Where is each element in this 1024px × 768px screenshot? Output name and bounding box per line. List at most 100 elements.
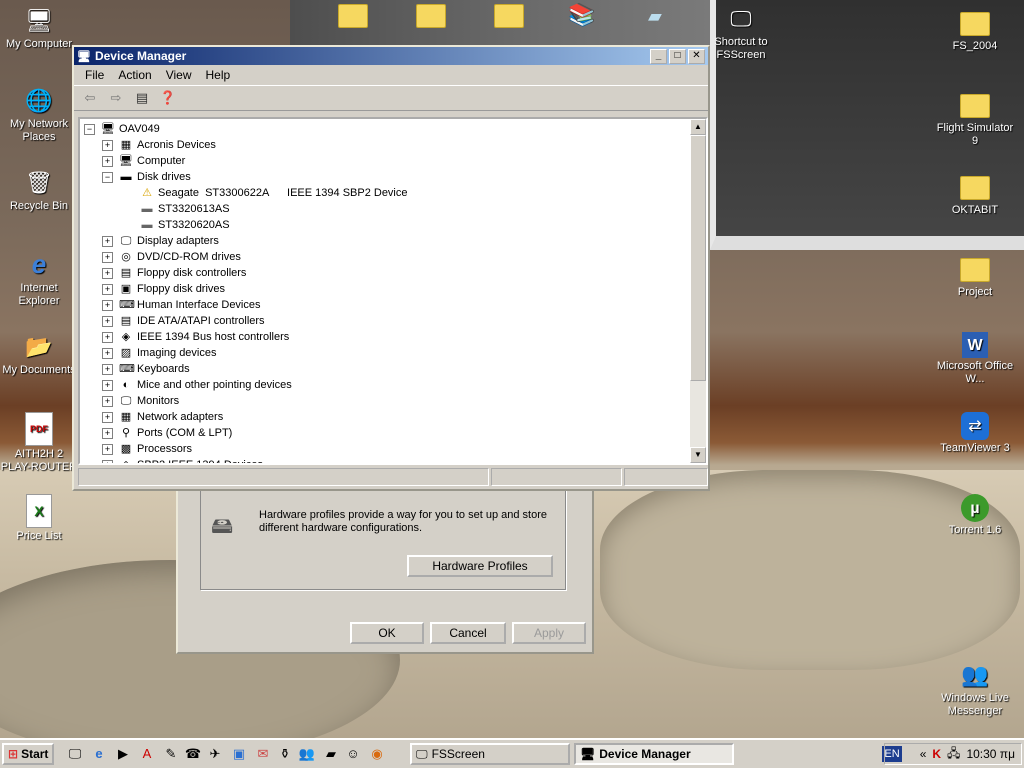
clock[interactable]: 10:30 πμ: [966, 747, 1015, 761]
scroll-up-button[interactable]: ▲: [690, 119, 706, 135]
properties-help-icon[interactable]: ❓: [158, 89, 178, 107]
tree-item[interactable]: + ⌨ Human Interface Devices: [84, 297, 706, 313]
tree-item[interactable]: + 🖥 Computer: [84, 153, 706, 169]
expand-toggle[interactable]: +: [102, 251, 113, 263]
desktop-icon-recycle-bin[interactable]: 🗑 Recycle Bin: [0, 166, 78, 213]
desktop-icon-teamviewer[interactable]: ⇄ TeamViewer 3: [936, 412, 1014, 455]
show-desktop-icon[interactable]: 🖵: [66, 745, 84, 763]
tree-item[interactable]: + ▦ Network adapters: [84, 409, 706, 425]
cancel-button[interactable]: Cancel: [430, 622, 506, 644]
phone-icon[interactable]: ☎: [184, 745, 202, 763]
expand-toggle[interactable]: +: [102, 267, 113, 279]
menu-view[interactable]: View: [159, 66, 199, 84]
desktop-icon-network[interactable]: 🌐 My Network Places: [0, 84, 78, 144]
taskbar-fsscreen[interactable]: 🖵 FSScreen: [410, 743, 570, 765]
tree-item[interactable]: + ◈ IEEE 1394 Bus host controllers: [84, 329, 706, 345]
expand-toggle[interactable]: +: [102, 155, 113, 167]
close-button[interactable]: ✕: [688, 48, 705, 64]
tree-child-item[interactable]: ⚠ Seagate ST3300622A IEEE 1394 SBP2 Devic…: [84, 185, 706, 201]
tree-item[interactable]: + ◎ DVD/CD-ROM drives: [84, 249, 706, 265]
tree-item[interactable]: + ◐ Mice and other pointing devices: [84, 377, 706, 393]
app-icon[interactable]: ▣: [230, 745, 248, 763]
tool-icon[interactable]: ✎: [162, 745, 180, 763]
tree-item[interactable]: + ⌨ Keyboards: [84, 361, 706, 377]
tree-item[interactable]: + ⚲ Ports (COM & LPT): [84, 425, 706, 441]
taskbar-device-manager[interactable]: 🖥 Device Manager: [574, 743, 734, 765]
tree-item[interactable]: + ▩ Processors: [84, 441, 706, 457]
expand-toggle[interactable]: +: [102, 299, 113, 311]
desktop-icon-oktabit[interactable]: OKTABIT: [936, 170, 1014, 217]
ok-button[interactable]: OK: [350, 622, 424, 644]
expand-toggle[interactable]: +: [102, 411, 113, 423]
desktop-icon-ie[interactable]: e Internet Explorer: [0, 248, 78, 308]
tree-item[interactable]: + ▦ Acronis Devices: [84, 137, 706, 153]
desktop-icon-price-list[interactable]: X Price List: [0, 494, 78, 543]
menu-help[interactable]: Help: [199, 66, 238, 84]
expand-toggle[interactable]: +: [102, 395, 113, 407]
tree-item[interactable]: + ◈ SBP2 IEEE 1394 Devices: [84, 457, 706, 463]
vertical-scrollbar[interactable]: ▲ ▼: [690, 119, 706, 463]
expand-toggle[interactable]: +: [102, 443, 113, 455]
expand-toggle[interactable]: +: [102, 347, 113, 359]
tree-root[interactable]: − 🖥 OAV049: [84, 121, 706, 137]
expand-toggle[interactable]: +: [102, 379, 113, 391]
desktop-icon-project[interactable]: Project: [936, 252, 1014, 299]
folder-icon[interactable]: [338, 4, 368, 28]
tree-child-item[interactable]: ▬ ST3320613AS: [84, 201, 706, 217]
minimize-button[interactable]: _: [650, 48, 667, 64]
start-button[interactable]: ⊞ Start: [2, 743, 54, 765]
ie-quicklaunch-icon[interactable]: e: [90, 745, 108, 763]
title-bar[interactable]: 🖥 Device Manager _ □ ✕: [74, 47, 708, 65]
apply-button[interactable]: Apply: [512, 622, 586, 644]
desktop-icon-fs2004[interactable]: FS_2004: [936, 6, 1014, 53]
bottle-icon[interactable]: ⚱: [276, 745, 294, 763]
tree-item[interactable]: + ▨ Imaging devices: [84, 345, 706, 361]
expand-toggle[interactable]: +: [102, 315, 113, 327]
desktop-icon-fsscreen[interactable]: 🖵 Shortcut to FSScreen: [702, 2, 780, 62]
drive-icon[interactable]: ▰: [322, 745, 340, 763]
expand-toggle[interactable]: +: [102, 427, 113, 439]
expand-toggle[interactable]: +: [102, 139, 113, 151]
expand-toggle[interactable]: +: [102, 283, 113, 295]
tree-item[interactable]: + 🖵 Display adapters: [84, 233, 706, 249]
tree-item[interactable]: + ▣ Floppy disk drives: [84, 281, 706, 297]
menu-action[interactable]: Action: [111, 66, 158, 84]
desktop-icon-my-computer[interactable]: 🖥 My Computer: [0, 4, 78, 51]
desktop-icon-word[interactable]: W Microsoft Office W...: [936, 332, 1014, 386]
network-tray-icon[interactable]: 🖧: [947, 744, 960, 765]
airplane-icon[interactable]: ✈: [206, 745, 224, 763]
collapse-toggle[interactable]: −: [102, 171, 113, 183]
desktop-icon-pdf[interactable]: PDF AITH2H 2 PLAY-ROUTER: [0, 412, 78, 474]
scroll-thumb[interactable]: [690, 135, 706, 381]
maximize-button[interactable]: □: [669, 48, 686, 64]
tray-expand-icon[interactable]: «: [920, 747, 927, 761]
expand-toggle[interactable]: +: [102, 331, 113, 343]
firefox-icon[interactable]: ◉: [368, 745, 386, 763]
scroll-down-button[interactable]: ▼: [690, 447, 706, 463]
tree-item[interactable]: + 🖵 Monitors: [84, 393, 706, 409]
media-player-icon[interactable]: ▶: [114, 745, 132, 763]
tree-item[interactable]: − ▬ Disk drives: [84, 169, 706, 185]
menu-file[interactable]: File: [78, 66, 111, 84]
forward-arrow-icon[interactable]: ⇨: [106, 89, 126, 107]
desktop-icon-messenger[interactable]: 👥 Windows Live Messenger: [936, 658, 1014, 718]
expand-toggle[interactable]: +: [102, 235, 113, 247]
pdf-quicklaunch-icon[interactable]: A: [138, 745, 156, 763]
show-hide-tree-icon[interactable]: ▤: [132, 89, 152, 107]
drive-icon[interactable]: ▰: [648, 6, 662, 27]
desktop-icon-flight-sim[interactable]: Flight Simulator 9: [936, 88, 1014, 148]
hardware-profiles-button[interactable]: Hardware Profiles: [407, 555, 553, 577]
expand-toggle[interactable]: +: [102, 363, 113, 375]
desktop-icon-utorrent[interactable]: µ Torrent 1.6: [936, 494, 1014, 537]
folder-icon[interactable]: [494, 4, 524, 28]
tree-child-item[interactable]: ▬ ST3320620AS: [84, 217, 706, 233]
messenger-quicklaunch-icon[interactable]: ☺: [344, 745, 362, 763]
users-icon[interactable]: 👥: [298, 745, 316, 763]
mail-icon[interactable]: ✉: [254, 745, 272, 763]
back-arrow-icon[interactable]: ⇦: [80, 89, 100, 107]
collapse-toggle[interactable]: −: [84, 123, 95, 135]
tree-item[interactable]: + ▤ IDE ATA/ATAPI controllers: [84, 313, 706, 329]
tree-item[interactable]: + ▤ Floppy disk controllers: [84, 265, 706, 281]
kaspersky-icon[interactable]: K: [932, 747, 941, 761]
folder-icon[interactable]: [416, 4, 446, 28]
